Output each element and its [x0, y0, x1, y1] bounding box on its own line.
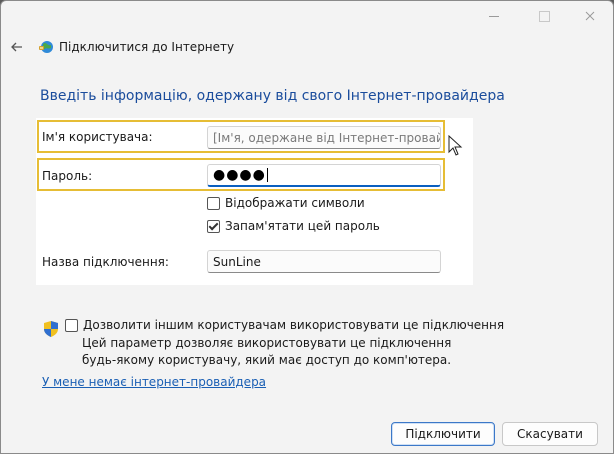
connection-name-label: Назва підключення: [42, 255, 169, 269]
close-icon [585, 11, 595, 21]
allow-others-checkbox[interactable]: Дозволити іншим користувачам використову… [65, 318, 504, 332]
allow-others-description: Цей параметр дозволяє використовувати це… [82, 336, 452, 367]
username-label: Ім'я користувача: [42, 130, 153, 144]
back-arrow-icon[interactable] [9, 39, 25, 55]
dialog-footer: Підключити Скасувати [1, 411, 613, 453]
text-caret [266, 168, 268, 182]
title-bar [1, 1, 613, 31]
password-label: Пароль: [42, 169, 93, 183]
credentials-panel: Ім'я користувача: [Ім'я, одержане від Ін… [36, 118, 473, 285]
no-isp-link[interactable]: У мене немає інтернет-провайдера [42, 375, 266, 389]
connection-name-field[interactable]: SunLine [207, 250, 441, 273]
remember-password-checkbox[interactable]: Запам'ятати цей пароль [207, 219, 380, 233]
navigation-bar: Підключитися до Інтернету [1, 31, 613, 63]
close-button[interactable] [567, 1, 613, 31]
maximize-button[interactable] [521, 1, 567, 31]
username-field[interactable]: [Ім'я, одержане від Інтернет-провайдера] [207, 126, 441, 149]
show-characters-checkbox[interactable]: Відображати символи [207, 196, 365, 210]
window-title: Підключитися до Інтернету [59, 40, 235, 54]
show-characters-checkbox-box[interactable] [207, 196, 220, 210]
password-field[interactable]: ●●●● [207, 164, 441, 187]
remember-password-label: Запам'ятати цей пароль [225, 219, 380, 233]
globe-network-icon [39, 41, 53, 53]
allow-others-label: Дозволити іншим користувачам використову… [83, 318, 505, 332]
remember-password-checkbox-box[interactable] [207, 219, 220, 233]
minimize-button[interactable] [471, 1, 517, 31]
page-heading: Введіть інформацію, одержану від свого І… [40, 88, 505, 104]
password-value: ●●●● [213, 167, 266, 183]
mouse-pointer-icon [448, 135, 463, 156]
show-characters-label: Відображати символи [225, 196, 365, 210]
uac-shield-icon [44, 321, 58, 337]
connect-button[interactable]: Підключити [391, 422, 495, 446]
maximize-icon [538, 10, 550, 22]
cancel-button[interactable]: Скасувати [502, 422, 598, 446]
allow-others-checkbox-box[interactable] [65, 318, 78, 332]
minimize-icon [489, 15, 499, 17]
connect-dialog-window: Підключитися до Інтернету Введіть інформ… [0, 0, 614, 454]
